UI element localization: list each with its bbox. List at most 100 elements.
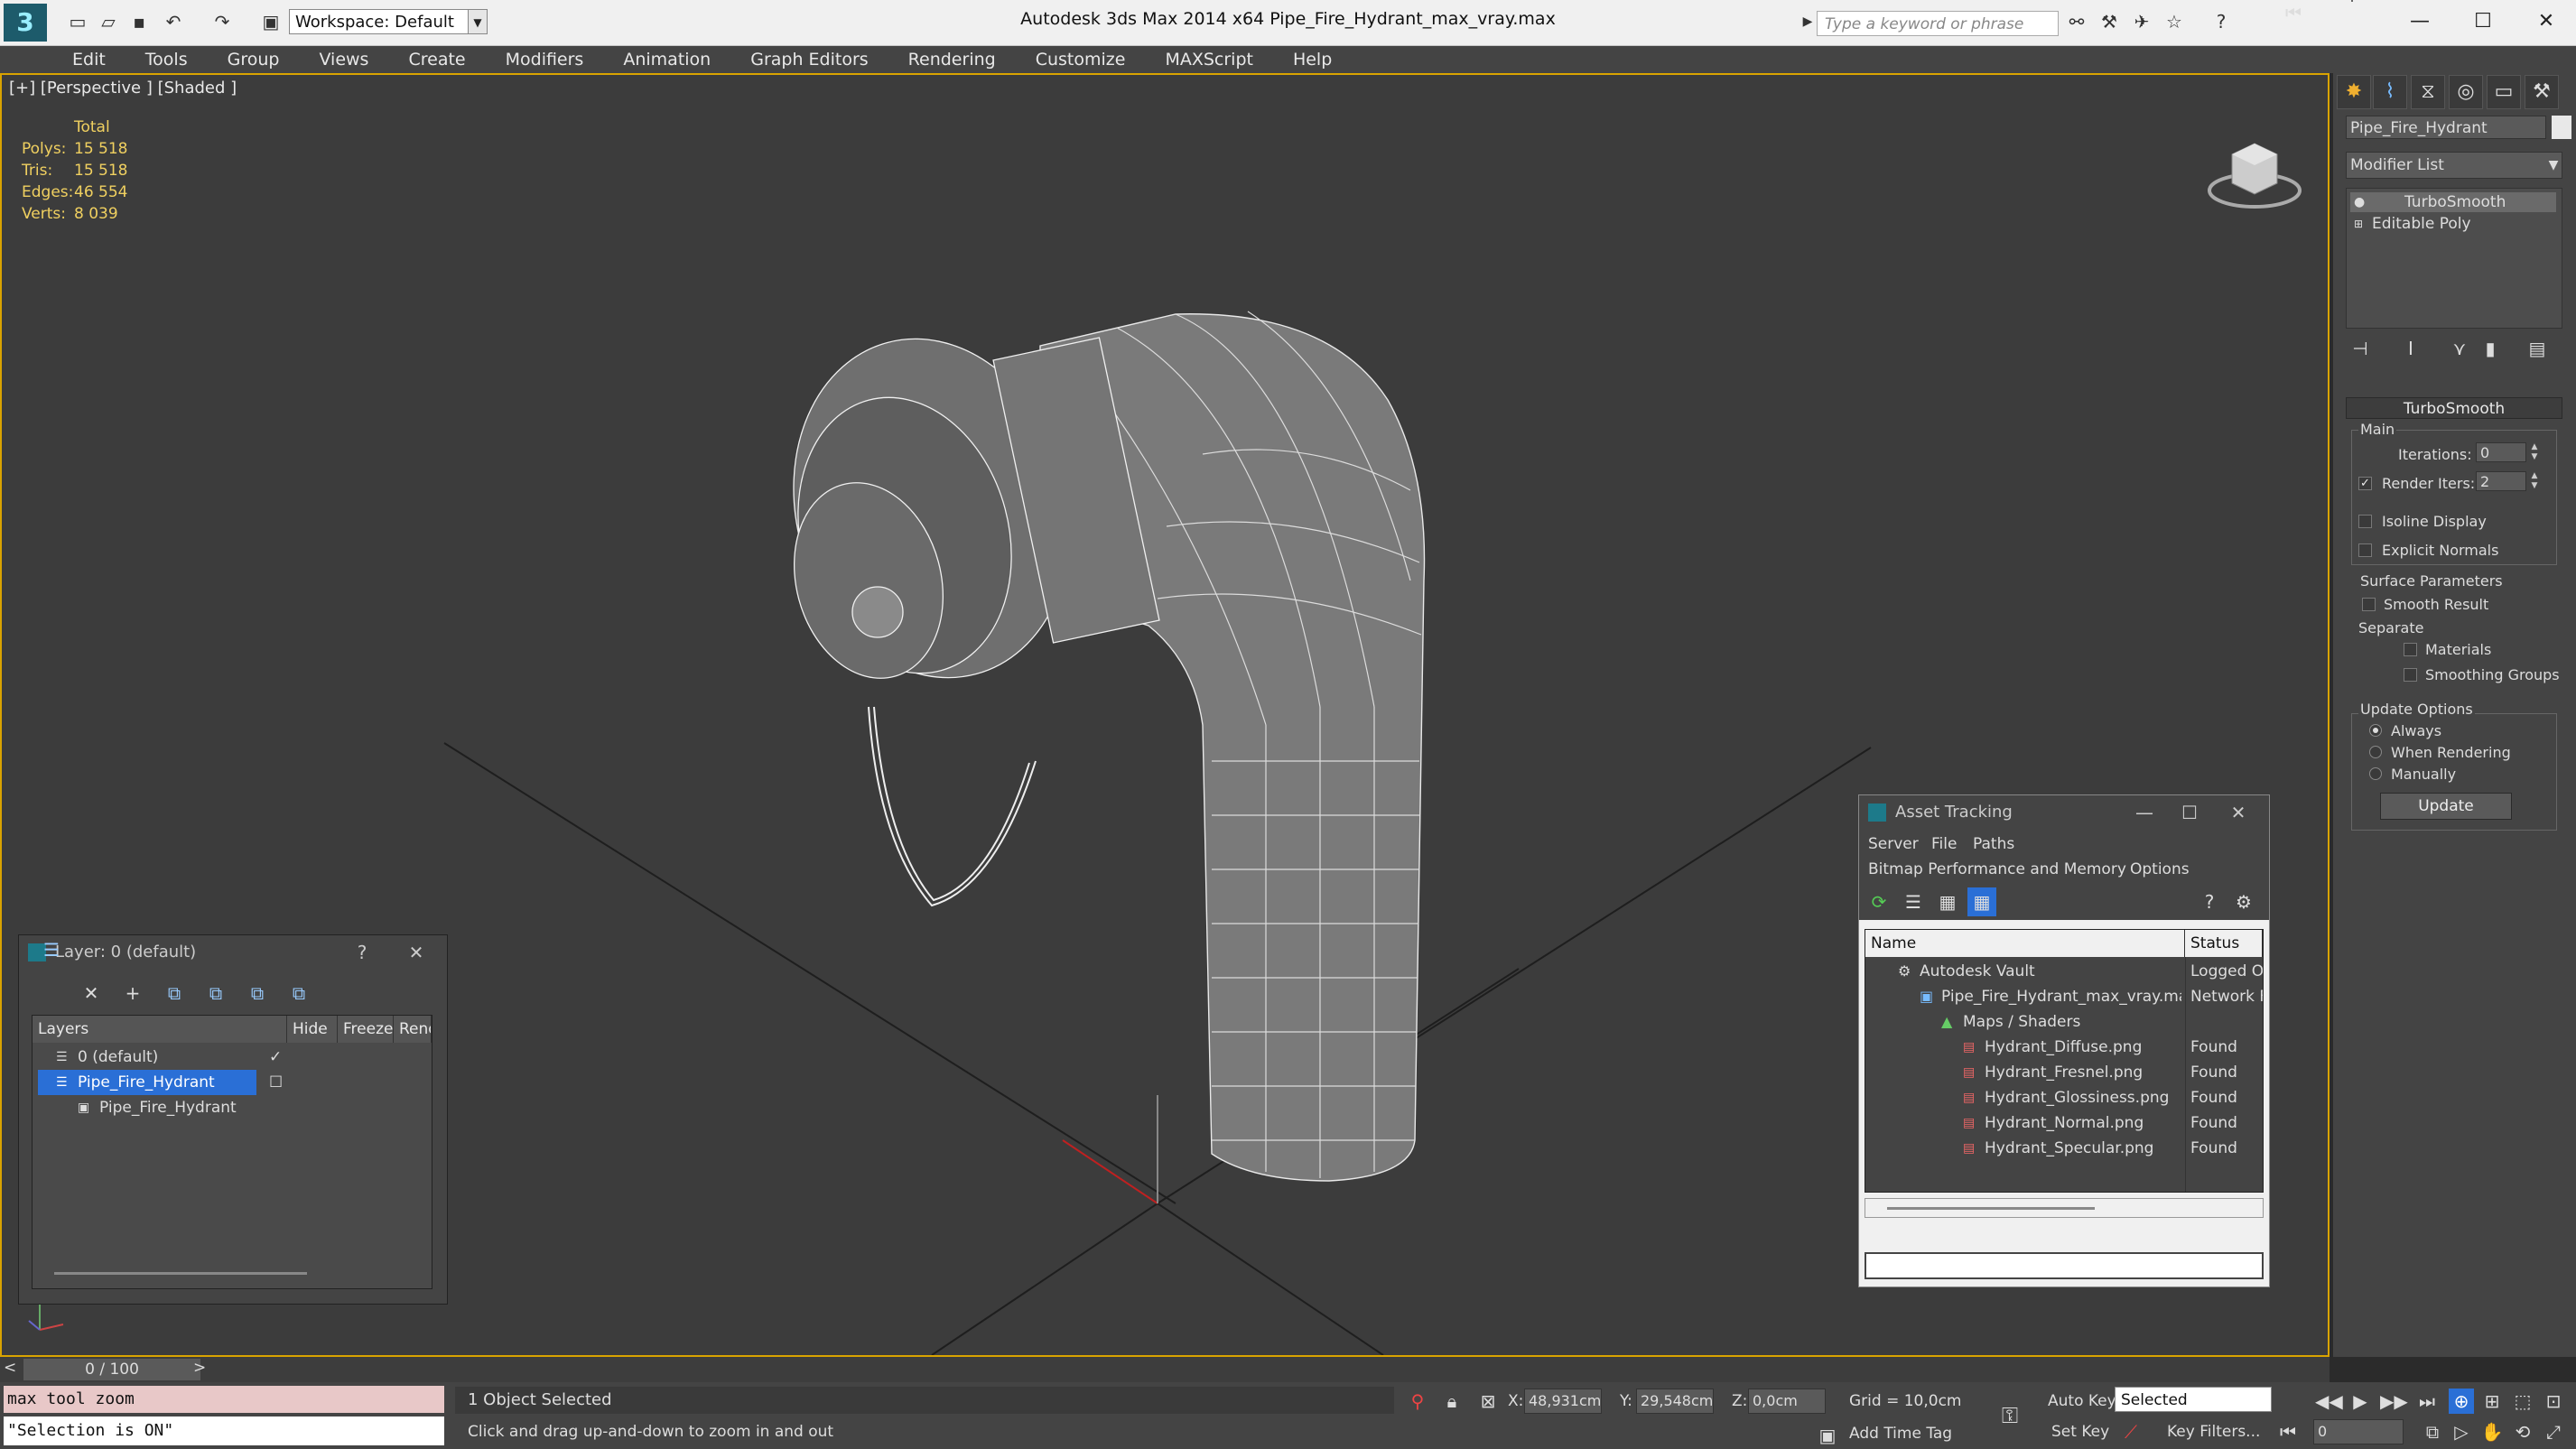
auto-key-button[interactable]: Auto Key [2048,1392,2116,1410]
key-filter-icon[interactable]: ⟋ [2118,1419,2144,1444]
layer-add-icon[interactable]: + [118,979,147,1008]
asset-settings-icon[interactable]: ⚙ [2229,887,2258,916]
x-coordinate-field[interactable]: 48,931cm [1524,1389,1602,1414]
selection-lock-icon[interactable]: 🔒︎ [1439,1389,1465,1414]
layer-hide-all-icon[interactable]: ⧉ [243,979,272,1008]
asset-menu-paths[interactable]: Paths [1973,835,2014,853]
smoothing-groups-checkbox[interactable] [2404,668,2417,682]
search-input[interactable]: Type a keyword or phrase [1817,11,2059,36]
asset-row[interactable]: ⚙ Autodesk Vault Logged O [1865,959,2263,984]
binoculars-icon[interactable]: ⚯ [2066,11,2088,33]
open-file-icon[interactable]: ▱ [98,11,119,33]
create-tab-icon[interactable]: ✸ [2337,75,2371,109]
set-key-button[interactable]: Set Key [2051,1423,2109,1441]
asset-menu-bitmap[interactable]: Bitmap Performance and Memory [1868,860,2126,878]
thumbnail-view-icon[interactable]: ▦ [1933,887,1962,916]
asset-close-button[interactable]: ✕ [2220,795,2256,830]
current-layer-box-icon[interactable]: ☐ [269,1070,283,1095]
z-coordinate-field[interactable]: 0,0cm [1748,1389,1826,1414]
previous-frame-icon[interactable]: ◀◀ [2315,1389,2343,1414]
asset-row[interactable]: ▤ Hydrant_Specular.png Found [1865,1136,2263,1161]
asset-minimize-button[interactable]: — [2126,795,2162,830]
maximize-viewport-icon[interactable]: ⤢ [2541,1419,2566,1444]
explicit-normals-checkbox[interactable] [2358,543,2372,557]
maxscript-listener-output[interactable]: "Selection is ON" [4,1416,444,1445]
redo-icon[interactable]: ↷ [211,11,233,33]
time-slider[interactable]: 0 / 100 [23,1359,200,1380]
favorites-star-icon[interactable]: ☆ [2163,11,2185,33]
viewcube-icon[interactable] [2205,118,2304,218]
zoom-extents-icon[interactable]: ⬚ [2510,1389,2535,1414]
asset-tracking-titlebar[interactable]: Asset Tracking — ☐ ✕ [1859,795,2269,830]
asset-row[interactable]: ▤ Hydrant_Fresnel.png Found [1865,1060,2263,1085]
render-iters-spinner-arrows-icon[interactable]: ▲ ▼ [2528,471,2541,491]
tools-icon[interactable]: ⚒ [2098,11,2120,33]
project-folder-icon[interactable]: ▣ [260,11,282,33]
asset-menu-options[interactable]: Options [2130,860,2190,878]
workspace-dropdown-arrow-icon[interactable]: ▼ [468,9,488,34]
layer-col-freeze[interactable]: Freeze [338,1016,394,1043]
layer-select-icon[interactable]: ⧉ [160,979,189,1008]
stack-item-turbosmooth[interactable]: ● TurboSmooth [2350,192,2556,212]
turbosmooth-rollout-header[interactable]: TurboSmooth [2346,397,2562,419]
layer-dialog-titlebar[interactable]: Layer: 0 (default) ? ✕ [19,935,447,970]
modifier-stack[interactable]: ● TurboSmooth ⊞ Editable Poly [2346,188,2562,329]
asset-row[interactable]: ▣ Pipe_Fire_Hydrant_max_vray.max Network… [1865,984,2263,1009]
utilities-tab-icon[interactable]: ⚒ [2525,75,2559,109]
asset-help-icon[interactable]: ? [2195,887,2224,916]
orbit-icon[interactable]: ⟲ [2510,1419,2535,1444]
menu-modifiers[interactable]: Modifiers [486,50,604,70]
when-rendering-radio[interactable] [2369,746,2382,758]
remove-modifier-icon[interactable]: ▮ [2478,336,2503,361]
layer-highlight-icon[interactable]: ⧉ [201,979,230,1008]
set-key-mode-icon[interactable]: ⚿ [1997,1403,2023,1428]
field-of-view-icon[interactable]: ▷ [2449,1419,2474,1444]
asset-col-status[interactable]: Status [2185,930,2263,957]
zoom-extents-all-icon[interactable]: ⊡ [2541,1389,2566,1414]
expand-box-icon[interactable]: ⊞ [2354,214,2363,234]
close-button[interactable]: ✕ [2519,4,2573,40]
menu-views[interactable]: Views [299,50,388,70]
asset-list-scrollbar[interactable] [1865,1198,2264,1218]
table-view-icon[interactable]: ▦ [1967,887,1996,916]
search-expand-icon[interactable]: ▶ [1797,11,1818,33]
play-icon[interactable]: ▶ [2348,1389,2373,1414]
active-layer-check-icon[interactable]: ✓ [269,1045,282,1070]
render-iters-spinner[interactable]: 2 [2476,471,2526,491]
zoom-all-icon[interactable]: ⊞ [2479,1389,2505,1414]
render-iters-checkbox[interactable]: ✓ [2358,477,2372,490]
layer-delete-icon[interactable]: ✕ [77,979,106,1008]
object-name-field[interactable]: Pipe_Fire_Hydrant [2346,116,2546,139]
minimize-button[interactable]: — [2393,4,2447,40]
communication-center-icon[interactable]: ✈ [2131,11,2153,33]
iterations-spinner-arrows-icon[interactable]: ▲ ▼ [2528,442,2541,462]
menu-help[interactable]: Help [1273,50,1352,70]
time-configuration-icon[interactable]: ⧉ [2420,1419,2445,1444]
list-view-icon[interactable]: ☰ [1899,887,1928,916]
refresh-icon[interactable]: ⟳ [1865,887,1893,916]
make-unique-icon[interactable]: ⋎ [2447,336,2472,361]
asset-menu-file[interactable]: File [1931,835,1957,853]
asset-row[interactable]: ▤ Hydrant_Diffuse.png Found [1865,1035,2263,1060]
modifier-list-arrow-icon[interactable]: ▼ [2543,152,2564,179]
modifier-list-dropdown[interactable]: Modifier List [2346,152,2562,179]
layer-col-layers[interactable]: Layers [33,1016,287,1043]
asset-path-field[interactable] [1865,1252,2264,1279]
go-to-end-icon[interactable]: ⏭ [2414,1389,2440,1414]
layer-dialog-help-button[interactable]: ? [344,935,380,970]
materials-checkbox[interactable] [2404,643,2417,656]
y-coordinate-field[interactable]: 29,548cm [1636,1389,1714,1414]
asset-row[interactable]: ▲ Maps / Shaders [1865,1009,2263,1035]
go-to-start-icon[interactable]: ⏮ [2281,0,2306,25]
time-tag-icon[interactable]: ▣ [1815,1423,1840,1448]
viewport-label[interactable]: [+] [Perspective ] [Shaded ] [9,79,237,98]
always-radio[interactable] [2369,724,2382,737]
layer-dialog-close-button[interactable]: ✕ [398,935,434,970]
time-prev-icon[interactable]: < [4,1359,16,1377]
hierarchy-tab-icon[interactable]: ⧖ [2411,75,2445,109]
motion-tab-icon[interactable]: ◎ [2449,75,2483,109]
menu-customize[interactable]: Customize [1016,50,1146,70]
display-tab-icon[interactable]: ▭ [2487,75,2521,109]
asset-row[interactable]: ▤ Hydrant_Glossiness.png Found [1865,1085,2263,1110]
undo-icon[interactable]: ↶ [163,11,184,33]
